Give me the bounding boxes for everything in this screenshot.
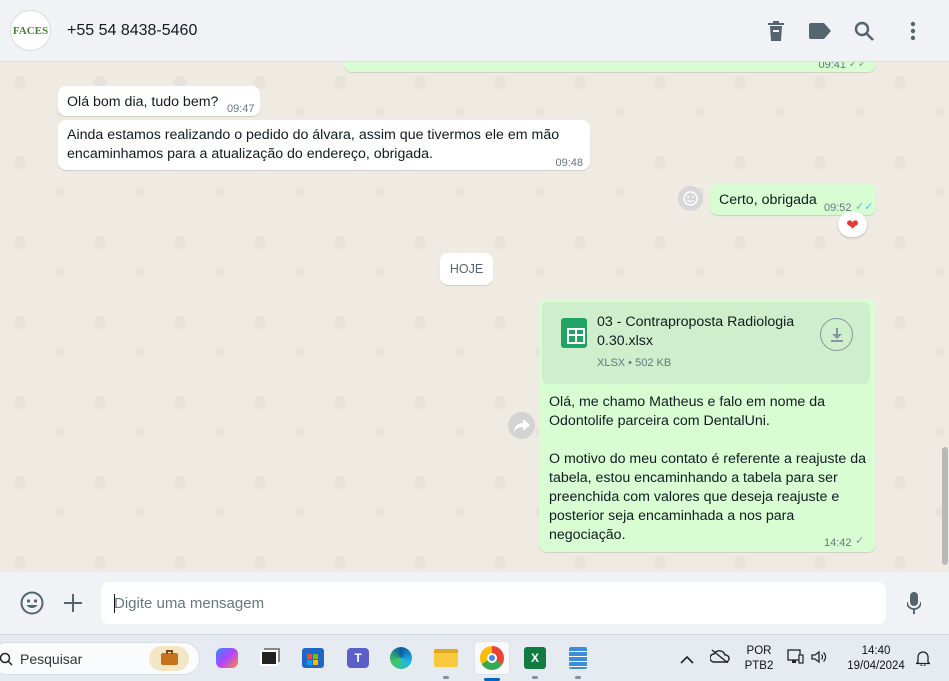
react-emoji-icon[interactable] bbox=[678, 186, 703, 211]
message-text: O motivo do meu contato é referente a re… bbox=[549, 451, 867, 543]
volume-icon[interactable] bbox=[811, 650, 827, 667]
forward-icon[interactable] bbox=[508, 412, 535, 439]
document-file-meta: XLSX • 502 KB bbox=[597, 357, 672, 369]
attach-plus-icon[interactable] bbox=[60, 590, 86, 616]
message-text: Olá, me chamo Matheus e falo em nome da … bbox=[549, 394, 826, 429]
chat-scrollbar[interactable] bbox=[941, 62, 948, 572]
file-explorer-icon[interactable] bbox=[431, 643, 461, 679]
spreadsheet-file-icon bbox=[561, 318, 587, 348]
message-bubble-incoming[interactable]: Ainda estamos realizando o pedido do álv… bbox=[58, 120, 590, 170]
chevron-up-icon[interactable] bbox=[680, 651, 694, 667]
message-time: 09:47 bbox=[227, 103, 255, 115]
notification-bell-icon[interactable] bbox=[914, 650, 932, 669]
heart-reaction-icon[interactable]: ❤ bbox=[838, 212, 867, 237]
search-icon bbox=[0, 652, 13, 666]
onedrive-offline-icon[interactable] bbox=[709, 649, 730, 666]
message-bubble-incoming[interactable]: Olá bom dia, tudo bem? 09:47 bbox=[58, 86, 260, 116]
taskbar-search-label: Pesquisar bbox=[20, 651, 83, 667]
contact-avatar[interactable]: FACES bbox=[10, 10, 51, 51]
microphone-icon[interactable] bbox=[901, 590, 927, 616]
message-input[interactable] bbox=[101, 582, 886, 624]
download-icon[interactable] bbox=[820, 318, 853, 351]
emoji-icon[interactable] bbox=[19, 590, 45, 616]
document-file-name: 03 - Contraproposta Radiologia 0.30.xlsx bbox=[597, 314, 795, 349]
message-text: Certo, obrigada bbox=[719, 192, 817, 208]
menu-dots-icon[interactable] bbox=[900, 18, 926, 44]
label-icon[interactable] bbox=[807, 18, 833, 44]
day-separator: HOJE bbox=[440, 253, 493, 285]
notepad-icon[interactable] bbox=[563, 643, 593, 679]
task-view-icon[interactable] bbox=[254, 643, 284, 673]
windows-taskbar: Pesquisar T X POR PTB2 14:40 19/04/2024 bbox=[0, 634, 949, 681]
message-time: 09:48 bbox=[555, 157, 583, 169]
system-clock[interactable]: 14:40 19/04/2024 bbox=[838, 644, 914, 674]
copilot-icon[interactable] bbox=[212, 643, 242, 673]
language-top: POR bbox=[746, 645, 772, 657]
clock-time: 14:40 bbox=[861, 645, 891, 657]
sent-tick-icon: ✓ bbox=[855, 535, 865, 547]
message-bubble-document[interactable]: 03 - Contraproposta Radiologia 0.30.xlsx… bbox=[539, 299, 876, 552]
chrome-icon[interactable] bbox=[474, 641, 510, 681]
message-bubble-partial[interactable]: 09:41 ✓✓ bbox=[344, 62, 876, 72]
chat-header: FACES +55 54 8438-5460 bbox=[0, 0, 949, 62]
teams-icon[interactable]: T bbox=[343, 643, 373, 673]
language-bottom: PTB2 bbox=[744, 660, 774, 672]
scrollbar-thumb[interactable] bbox=[942, 447, 948, 565]
edge-icon[interactable] bbox=[386, 643, 416, 673]
message-bubble-outgoing[interactable]: Certo, obrigada 09:52 ✓✓ bbox=[710, 184, 876, 215]
network-icon[interactable] bbox=[787, 649, 804, 667]
avatar-text: FACES bbox=[12, 24, 49, 37]
search-icon[interactable] bbox=[851, 18, 877, 44]
language-indicator[interactable]: POR PTB2 bbox=[743, 644, 775, 674]
taskbar-search[interactable]: Pesquisar bbox=[0, 642, 200, 675]
message-text: Ainda estamos realizando o pedido do álv… bbox=[67, 127, 560, 162]
message-time: 09:41 bbox=[818, 62, 846, 71]
excel-icon[interactable]: X bbox=[520, 643, 550, 679]
delete-icon[interactable] bbox=[763, 18, 789, 44]
message-time: 14:42 bbox=[824, 537, 852, 549]
text-caret bbox=[114, 594, 115, 613]
document-card[interactable]: 03 - Contraproposta Radiologia 0.30.xlsx… bbox=[542, 302, 870, 384]
store-icon[interactable] bbox=[298, 643, 328, 673]
read-ticks-icon: ✓✓ bbox=[848, 62, 867, 70]
message-text: Olá bom dia, tudo bem? bbox=[67, 94, 219, 110]
clock-date: 19/04/2024 bbox=[847, 660, 905, 672]
contact-name[interactable]: +55 54 8438-5460 bbox=[67, 22, 197, 40]
message-composer bbox=[0, 572, 949, 634]
briefcase-icon bbox=[149, 646, 189, 671]
chat-area[interactable]: 09:41 ✓✓ Olá bom dia, tudo bem? 09:47 Ai… bbox=[0, 62, 949, 572]
